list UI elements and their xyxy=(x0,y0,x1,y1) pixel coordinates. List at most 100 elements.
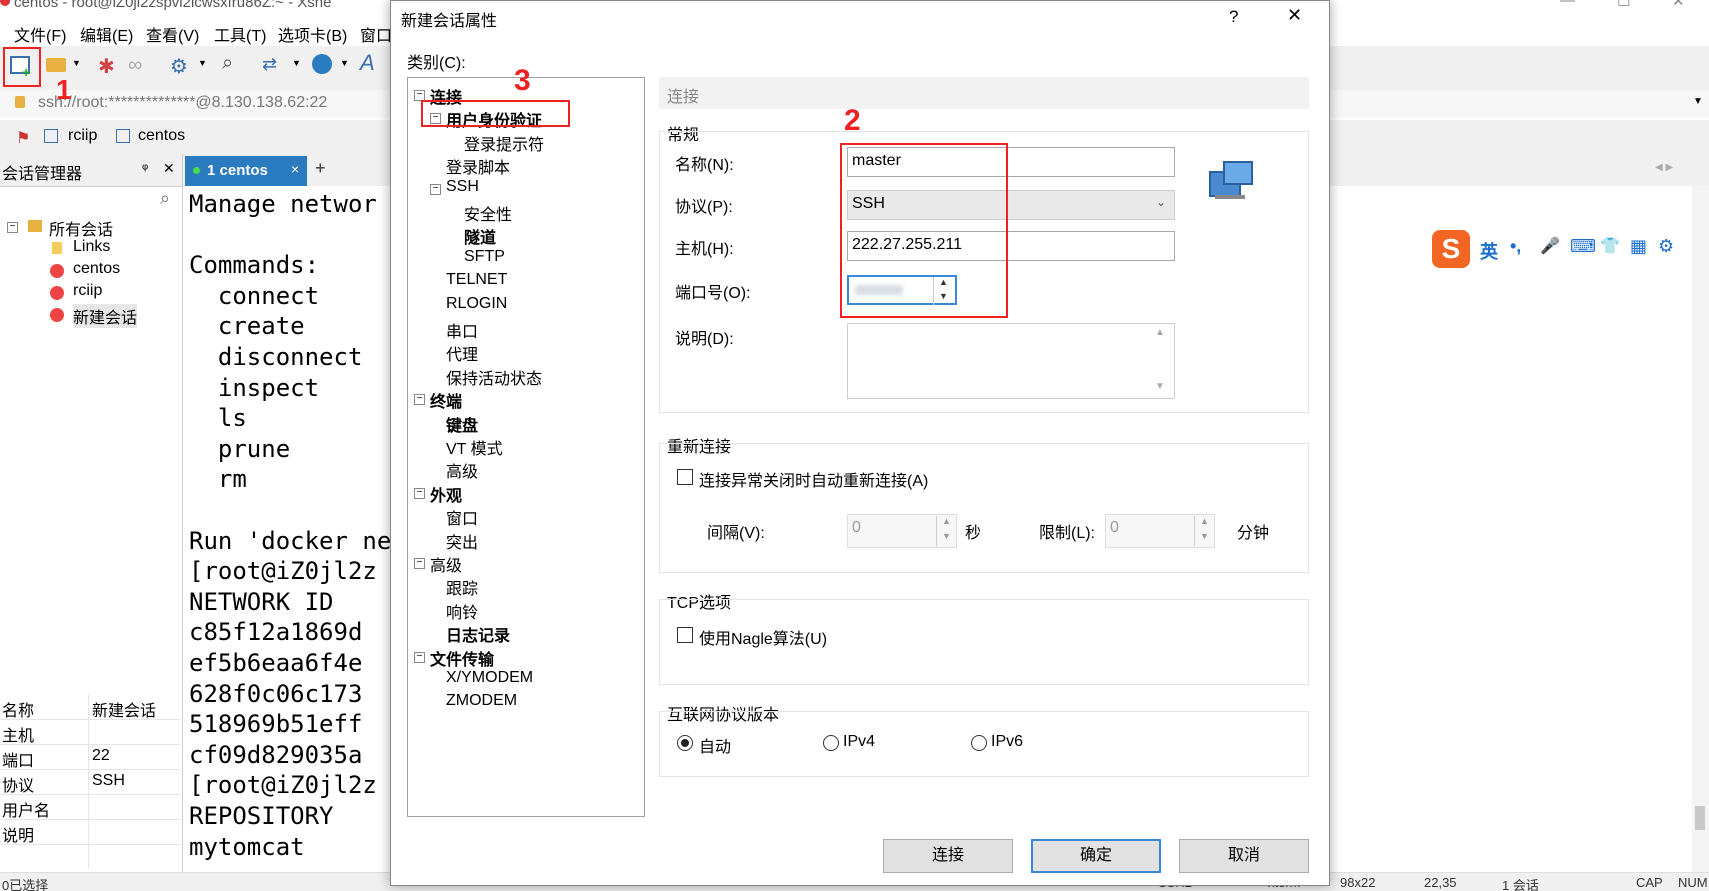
ime-settings-icon[interactable]: ⚙ xyxy=(1658,236,1674,257)
category-item[interactable]: 键盘 xyxy=(446,412,478,436)
limit-spin-up[interactable]: ▲ xyxy=(1194,516,1214,531)
search-icon[interactable]: ⌕ xyxy=(160,188,170,209)
category-item[interactable]: 高级 xyxy=(430,552,462,576)
scrollbar-thumb[interactable] xyxy=(1695,806,1705,830)
dropdown-arrow-icon[interactable]: ▼ xyxy=(340,58,349,68)
category-item[interactable]: 登录提示符 xyxy=(464,131,544,155)
category-item[interactable]: X/YMODEM xyxy=(446,669,533,687)
close-window-icon[interactable]: ✕ xyxy=(1672,0,1685,10)
auto-reconnect-checkbox[interactable] xyxy=(677,469,693,485)
category-item[interactable]: SFTP xyxy=(464,248,505,266)
ipver-auto-label[interactable]: 自动 xyxy=(699,733,731,757)
category-item[interactable]: RLOGIN xyxy=(446,295,507,313)
maximize-icon[interactable]: ☐ xyxy=(1617,0,1630,10)
category-item[interactable]: 突出 xyxy=(446,529,478,553)
category-expander-icon[interactable]: − xyxy=(414,394,425,406)
punctuation-icon[interactable]: •, xyxy=(1510,236,1521,257)
desc-scroll-up-icon[interactable]: ▲ xyxy=(1155,327,1165,338)
ok-button[interactable]: 确定 xyxy=(1031,839,1161,873)
bookmark-icon[interactable]: ⚑ xyxy=(16,128,30,148)
disconnect-icon[interactable]: ✱ xyxy=(98,54,115,79)
category-item[interactable]: 响铃 xyxy=(446,599,478,623)
category-item[interactable]: VT 模式 xyxy=(446,435,503,459)
tree-expander[interactable]: − xyxy=(7,222,18,233)
category-item[interactable]: 登录脚本 xyxy=(446,154,510,178)
menu-edit[interactable]: 编辑(E) xyxy=(80,22,133,46)
category-item[interactable]: 窗口 xyxy=(446,505,478,529)
ipver-auto-radio[interactable] xyxy=(677,735,693,751)
ipver-ipv6-label[interactable]: IPv6 xyxy=(991,733,1023,751)
ipver-ipv4-radio[interactable] xyxy=(823,735,839,751)
tree-item-centos[interactable]: centos xyxy=(73,260,120,278)
cancel-button[interactable]: 取消 xyxy=(1179,839,1309,873)
category-item[interactable]: SSH xyxy=(446,178,479,196)
desc-textarea[interactable] xyxy=(847,323,1175,399)
category-item[interactable]: 串口 xyxy=(446,318,478,342)
ime-lang[interactable]: 英 xyxy=(1480,238,1498,264)
reconnect-icon[interactable]: ∞ xyxy=(128,54,142,77)
limit-spin-down[interactable]: ▼ xyxy=(1194,531,1214,546)
category-item[interactable]: 高级 xyxy=(446,458,478,482)
menu-window[interactable]: 窗口 xyxy=(360,22,392,46)
keyboard-icon[interactable]: ⌨ xyxy=(1570,236,1596,257)
connect-button[interactable]: 连接 xyxy=(883,839,1013,873)
link-centos[interactable]: centos xyxy=(138,127,185,145)
auto-reconnect-label[interactable]: 连接异常关闭时自动重新连接(A) xyxy=(699,467,928,491)
ipver-ipv6-radio[interactable] xyxy=(971,735,987,751)
menu-tabs[interactable]: 选项卡(B) xyxy=(278,22,347,46)
open-folder-icon[interactable] xyxy=(46,58,66,72)
category-tree[interactable]: − 连接 − 用户身份验证 登录提示符 登录脚本 − SSH 安全性 隧道 SFTP TELNET RL… xyxy=(407,77,645,817)
tree-root[interactable]: 所有会话 xyxy=(49,216,113,240)
pin-icon[interactable]: ᵠ xyxy=(142,160,148,176)
transfer-icon[interactable]: ⇄ xyxy=(262,54,277,75)
nagle-label[interactable]: 使用Nagle算法(U) xyxy=(699,625,827,649)
globe-icon[interactable] xyxy=(312,54,332,74)
category-item[interactable]: 代理 xyxy=(446,341,478,365)
ipver-ipv4-label[interactable]: IPv4 xyxy=(843,733,875,751)
terminal-scrollbar[interactable] xyxy=(1692,186,1709,874)
category-item[interactable]: 隧道 xyxy=(464,224,496,248)
category-item[interactable]: 安全性 xyxy=(464,201,512,225)
category-item[interactable]: 日志记录 xyxy=(446,622,510,646)
category-expander-icon[interactable]: − xyxy=(414,558,425,569)
tab-centos[interactable]: 1 centos × xyxy=(185,156,307,186)
category-expander-icon[interactable]: − xyxy=(414,651,425,663)
tree-item-links[interactable]: Links xyxy=(73,238,110,256)
menu-view[interactable]: 查看(V) xyxy=(146,22,199,46)
settings-icon[interactable]: ⚙ xyxy=(170,54,188,79)
category-item[interactable]: 外观 xyxy=(430,482,462,506)
desc-scroll-down-icon[interactable]: ▼ xyxy=(1155,381,1165,392)
dropdown-arrow-icon[interactable]: ▼ xyxy=(72,58,81,68)
sogou-logo-icon[interactable]: S xyxy=(1432,230,1470,268)
skin-icon[interactable]: 👕 xyxy=(1600,236,1620,256)
nagle-checkbox[interactable] xyxy=(677,627,693,643)
category-item[interactable]: 文件传输 xyxy=(430,646,494,670)
interval-spin-down[interactable]: ▼ xyxy=(936,531,956,546)
category-item[interactable]: ZMODEM xyxy=(446,692,517,710)
tree-item-new-session[interactable]: 新建会话 xyxy=(73,304,138,328)
close-panel-icon[interactable]: ✕ xyxy=(163,160,175,177)
help-icon[interactable]: ? xyxy=(1229,7,1238,27)
category-item[interactable]: 保持活动状态 xyxy=(446,365,542,389)
tree-item-rciip[interactable]: rciip xyxy=(73,282,102,300)
tab-nav-icon[interactable]: ◀ ▶ xyxy=(1655,162,1673,173)
category-expander-icon[interactable]: − xyxy=(414,487,425,499)
link-rciip[interactable]: rciip xyxy=(68,127,97,145)
menu-file[interactable]: 文件(F) xyxy=(14,22,66,46)
address-dropdown-icon[interactable]: ▼ xyxy=(1693,96,1703,107)
category-item[interactable]: 跟踪 xyxy=(446,575,478,599)
toolbox-icon[interactable]: ▦ xyxy=(1630,236,1647,257)
dialog-close-icon[interactable]: ✕ xyxy=(1287,5,1302,26)
minimize-icon[interactable]: — xyxy=(1560,0,1575,9)
font-icon[interactable]: A xyxy=(360,50,375,76)
add-tab-button[interactable]: + xyxy=(315,158,326,179)
dropdown-arrow-icon[interactable]: ▼ xyxy=(292,58,301,68)
microphone-icon[interactable]: 🎤 xyxy=(1540,236,1560,256)
menu-tools[interactable]: 工具(T) xyxy=(214,22,266,46)
category-item[interactable]: 终端 xyxy=(430,388,462,412)
dropdown-arrow-icon[interactable]: ▼ xyxy=(198,58,207,68)
find-icon[interactable]: ⌕ xyxy=(222,52,233,75)
interval-spin-up[interactable]: ▲ xyxy=(936,516,956,531)
category-item[interactable]: TELNET xyxy=(446,271,507,289)
category-expander-icon[interactable]: − xyxy=(430,183,441,195)
